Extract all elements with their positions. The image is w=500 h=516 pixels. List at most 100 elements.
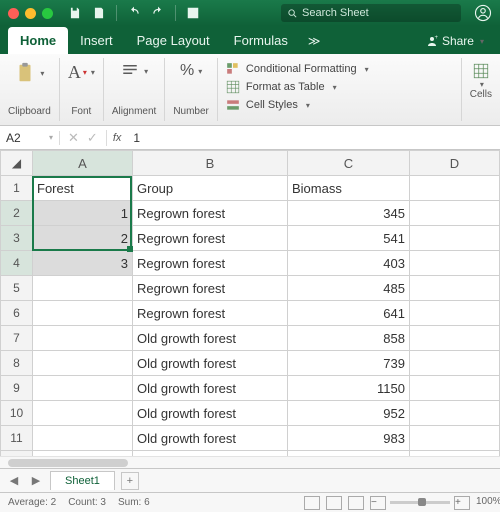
search-input[interactable]: Search Sheet (281, 4, 461, 22)
cell[interactable]: 2 (33, 226, 133, 251)
share-button[interactable]: + Share ▾ (418, 28, 492, 54)
paste-icon[interactable] (14, 62, 36, 84)
row-header[interactable]: 1 (1, 176, 33, 201)
tab-page-layout[interactable]: Page Layout (125, 27, 222, 54)
cell-styles-button[interactable]: Cell Styles▾ (226, 98, 453, 112)
row-header[interactable]: 6 (1, 301, 33, 326)
cell[interactable]: 1 (33, 201, 133, 226)
cell[interactable] (33, 401, 133, 426)
cell[interactable]: Old growth forest (133, 401, 288, 426)
zoom-out[interactable]: − (370, 496, 386, 510)
cell[interactable] (33, 326, 133, 351)
tab-home[interactable]: Home (8, 27, 68, 54)
close-icon[interactable] (8, 8, 19, 19)
row-header[interactable]: 10 (1, 401, 33, 426)
sheet-tab-1[interactable]: Sheet1 (50, 471, 115, 490)
view-page-break[interactable] (348, 496, 364, 510)
cell[interactable]: 403 (288, 251, 410, 276)
save-icon[interactable] (68, 6, 82, 20)
user-icon[interactable] (474, 4, 492, 22)
sheet-next[interactable]: ▶ (28, 473, 44, 489)
cell[interactable]: Old growth forest (133, 326, 288, 351)
cell[interactable]: Regrown forest (133, 276, 288, 301)
cell[interactable]: Regrown forest (133, 201, 288, 226)
cell[interactable]: Old growth forest (133, 426, 288, 451)
cell[interactable]: 345 (288, 201, 410, 226)
fx-icon[interactable]: fx (107, 132, 128, 144)
zoom-in[interactable]: + (454, 496, 470, 510)
cell[interactable] (33, 426, 133, 451)
cell[interactable]: Biomass (288, 176, 410, 201)
cell[interactable]: 641 (288, 301, 410, 326)
cell[interactable] (33, 351, 133, 376)
cell[interactable] (410, 251, 500, 276)
cell[interactable]: Regrown forest (133, 226, 288, 251)
cell[interactable] (410, 201, 500, 226)
col-header-b[interactable]: B (133, 151, 288, 176)
conditional-formatting-button[interactable]: Conditional Formatting▾ (226, 62, 453, 76)
cell[interactable] (33, 301, 133, 326)
cell[interactable]: Group (133, 176, 288, 201)
cell[interactable] (410, 351, 500, 376)
zoom-control[interactable]: − + (370, 496, 470, 510)
cell[interactable] (410, 176, 500, 201)
redo-icon[interactable] (151, 6, 165, 20)
row-header[interactable]: 11 (1, 426, 33, 451)
cell[interactable] (410, 376, 500, 401)
select-all[interactable]: ◢ (1, 151, 33, 176)
cell[interactable]: 541 (288, 226, 410, 251)
cell[interactable]: 3 (33, 251, 133, 276)
scroll-horizontal[interactable] (0, 456, 500, 468)
scroll-thumb[interactable] (8, 459, 128, 467)
cell[interactable] (410, 226, 500, 251)
cell[interactable]: 1150 (288, 376, 410, 401)
cancel-icon[interactable]: ✕ (68, 130, 79, 146)
cell[interactable] (33, 276, 133, 301)
sheet-prev[interactable]: ◀ (6, 473, 22, 489)
cell[interactable]: Old growth forest (133, 351, 288, 376)
cell[interactable]: Old growth forest (133, 376, 288, 401)
row-header[interactable]: 3 (1, 226, 33, 251)
cell[interactable]: 485 (288, 276, 410, 301)
row-header[interactable]: 5 (1, 276, 33, 301)
col-header-c[interactable]: C (288, 151, 410, 176)
col-header-a[interactable]: A (33, 151, 133, 176)
confirm-icon[interactable]: ✓ (87, 130, 98, 146)
formula-input[interactable]: 1 (127, 131, 146, 145)
tab-formulas[interactable]: Formulas (222, 27, 300, 54)
cell[interactable] (410, 276, 500, 301)
tabs-more[interactable]: ≫ (300, 28, 329, 54)
undo-icon[interactable] (127, 6, 141, 20)
worksheet-grid[interactable]: ◢ A B C D 1ForestGroupBiomass21Regrown f… (0, 150, 500, 456)
row-header[interactable]: 2 (1, 201, 33, 226)
tab-insert[interactable]: Insert (68, 27, 125, 54)
font-icon[interactable]: A (68, 62, 81, 83)
row-header[interactable]: 7 (1, 326, 33, 351)
cell[interactable]: Regrown forest (133, 251, 288, 276)
minimize-icon[interactable] (25, 8, 36, 19)
cell[interactable]: 983 (288, 426, 410, 451)
cell[interactable] (410, 301, 500, 326)
cell[interactable] (410, 326, 500, 351)
row-header[interactable]: 4 (1, 251, 33, 276)
align-icon[interactable] (120, 62, 140, 80)
view-page-layout[interactable] (326, 496, 342, 510)
cell[interactable] (410, 401, 500, 426)
cell[interactable]: Regrown forest (133, 301, 288, 326)
col-header-d[interactable]: D (410, 151, 500, 176)
save-as-icon[interactable] (92, 6, 106, 20)
name-box[interactable]: A2▾ (0, 131, 60, 145)
row-header[interactable]: 8 (1, 351, 33, 376)
cell[interactable]: 858 (288, 326, 410, 351)
cell[interactable] (33, 376, 133, 401)
format-as-table-button[interactable]: Format as Table▾ (226, 80, 453, 94)
cell[interactable]: 739 (288, 351, 410, 376)
cells-icon[interactable] (472, 62, 490, 80)
cell[interactable]: Forest (33, 176, 133, 201)
add-sheet[interactable]: + (121, 472, 139, 490)
row-header[interactable]: 9 (1, 376, 33, 401)
cell[interactable]: 952 (288, 401, 410, 426)
cell[interactable] (410, 426, 500, 451)
percent-icon[interactable]: % (180, 62, 194, 80)
maximize-icon[interactable] (42, 8, 53, 19)
